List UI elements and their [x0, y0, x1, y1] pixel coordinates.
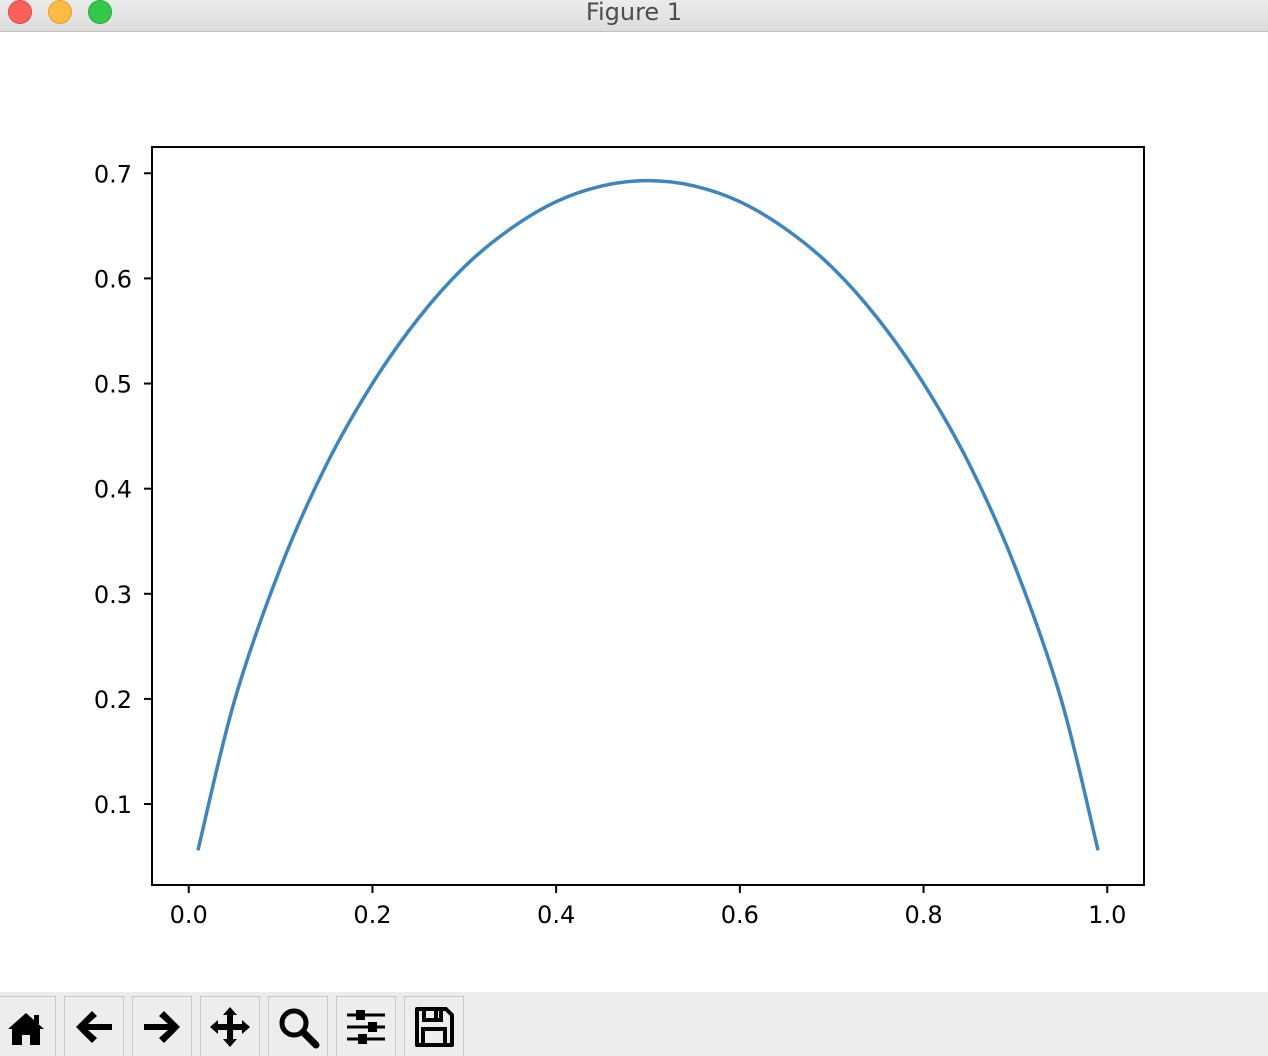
- x-tick-label: 0.8: [904, 901, 942, 929]
- home-icon: [8, 1012, 44, 1045]
- configure-subplots-button[interactable]: [336, 996, 396, 1056]
- figure-window: Figure 1 0.0 0.2 0.4 0.6 0.8 1.0 0.1 0.2 0.3 0.4…: [0, 0, 1268, 1056]
- y-tick-label: 0.7: [94, 160, 132, 188]
- back-button[interactable]: [64, 996, 124, 1056]
- arrow-right-icon: [144, 1010, 180, 1043]
- window-title: Figure 1: [585, 0, 683, 26]
- title-bar[interactable]: Figure 1: [0, 0, 1268, 32]
- y-tick-label: 0.4: [94, 476, 132, 504]
- x-tick-label: 0.4: [537, 901, 575, 929]
- y-tick-label: 0.5: [94, 371, 132, 399]
- home-button[interactable]: [0, 996, 56, 1056]
- x-tick-label: 1.0: [1088, 901, 1126, 929]
- y-tick-label: 0.3: [94, 581, 132, 609]
- zoom-button[interactable]: [268, 996, 328, 1056]
- forward-button[interactable]: [132, 996, 192, 1056]
- plot-area[interactable]: 0.0 0.2 0.4 0.6 0.8 1.0 0.1 0.2 0.3 0.4 0.5 0.6 0.7: [0, 32, 1268, 992]
- magnifier-icon: [279, 1008, 320, 1048]
- y-tick-label: 0.2: [94, 686, 132, 714]
- figure-canvas[interactable]: 0.0 0.2 0.4 0.6 0.8 1.0 0.1 0.2 0.3 0.4 0.5 0.6 0.7: [0, 32, 1268, 992]
- y-tick-label: 0.1: [94, 791, 132, 819]
- move-icon: [210, 1006, 250, 1047]
- navigation-toolbar: [0, 992, 1268, 1056]
- series-line-0: [196, 178, 1100, 851]
- x-tick-label: 0.6: [721, 901, 759, 929]
- arrow-left-icon: [76, 1010, 112, 1043]
- x-tick-label: 0.2: [353, 901, 391, 929]
- x-axis: 0.0 0.2 0.4 0.6 0.8 1.0: [170, 885, 1126, 929]
- floppy-disk-icon: [415, 1006, 454, 1047]
- sliders-icon: [347, 1009, 385, 1044]
- series-layer: [196, 178, 1100, 851]
- pan-button[interactable]: [200, 996, 260, 1056]
- save-button[interactable]: [404, 996, 464, 1056]
- x-tick-label: 0.0: [170, 901, 208, 929]
- y-tick-label: 0.6: [94, 265, 132, 293]
- y-axis: 0.1 0.2 0.3 0.4 0.5 0.6 0.7: [94, 160, 152, 819]
